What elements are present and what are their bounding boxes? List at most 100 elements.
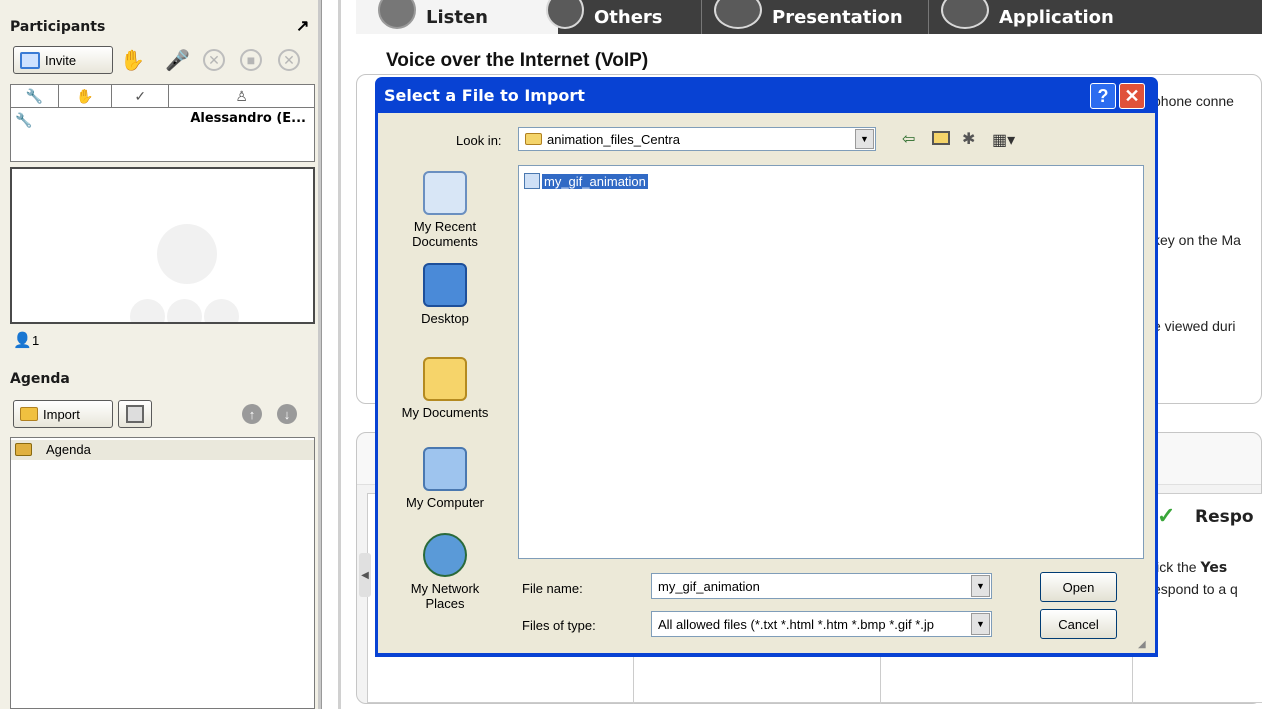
cancel-button[interactable]: Cancel	[1040, 609, 1117, 639]
stop-icon[interactable]: ■	[240, 49, 262, 71]
place-label: My Recent Documents	[412, 219, 478, 249]
moderator-wrench-icon: 🔧	[15, 112, 33, 128]
left-panel: Participants ↗ Invite ✋ 🎤 ✕ ■ ✕ 🔧 ✋ ✓ ♙ …	[0, 0, 318, 709]
move-up-icon[interactable]: ↑	[242, 404, 262, 424]
tab-listen-label: Listen	[426, 6, 488, 28]
panel-divider	[338, 0, 341, 709]
open-button[interactable]: Open	[1040, 572, 1117, 602]
avatar-bubble	[167, 299, 202, 322]
hand-column-icon[interactable]: ✋	[59, 85, 112, 107]
voip-text-fragment: key on the Ma	[1153, 232, 1241, 248]
tab-others[interactable]: Others	[546, 0, 663, 34]
respond-heading: Respo	[1195, 507, 1254, 527]
avatar-bubble	[130, 299, 165, 322]
place-recent-documents[interactable]: My Recent Documents	[395, 171, 495, 249]
file-name-value: my_gif_animation	[658, 578, 760, 594]
panel-splitter[interactable]	[318, 0, 322, 709]
participants-header-row: 🔧 ✋ ✓ ♙	[10, 84, 315, 108]
file-name: my_gif_animation	[542, 173, 648, 189]
up-folder-icon[interactable]	[932, 131, 950, 145]
participant-name[interactable]: Alessandro (E...	[190, 111, 306, 126]
voip-text-fragment: phone conne	[1153, 93, 1234, 109]
file-item[interactable]: my_gif_animation	[524, 172, 648, 190]
my-documents-icon	[423, 357, 467, 401]
participant-count-icon: 👤	[13, 332, 32, 349]
my-computer-icon	[423, 447, 467, 491]
collapse-left-icon[interactable]: ◀	[359, 553, 371, 597]
import-label: Import	[43, 406, 80, 422]
invite-icon	[20, 51, 40, 69]
wrench-icon[interactable]: 🔧	[11, 85, 59, 107]
save-icon	[126, 405, 144, 423]
microphone-icon[interactable]: 🎤	[165, 48, 190, 73]
dialog-title: Select a File to Import	[384, 86, 585, 105]
agenda-tree-item[interactable]: Agenda	[11, 440, 314, 460]
place-label: My Network Places	[410, 581, 480, 611]
agenda-folder-icon	[15, 443, 32, 456]
place-label: My Computer	[405, 495, 485, 510]
place-label: Desktop	[421, 311, 469, 326]
respond-text-prefix: lick the	[1153, 559, 1201, 575]
hand-raise-icon[interactable]: ✋	[120, 48, 145, 73]
view-menu-icon[interactable]: ▦▾	[992, 130, 1015, 150]
application-icon	[941, 0, 989, 29]
look-in-value: animation_files_Centra	[547, 131, 680, 147]
files-of-type-select[interactable]: All allowed files (*.txt *.html *.htm *.…	[651, 611, 992, 637]
file-list: my_gif_animation	[518, 165, 1144, 559]
file-name-input[interactable]: my_gif_animation ▼	[651, 573, 992, 599]
file-icon	[524, 173, 540, 189]
folder-icon	[525, 133, 542, 145]
people-icon	[546, 0, 584, 29]
new-folder-icon[interactable]: ✱	[962, 129, 975, 149]
agenda-item-label: Agenda	[46, 442, 91, 457]
checkmark-icon[interactable]: ✓	[112, 85, 170, 107]
checkmark-icon: ✓	[1157, 503, 1176, 528]
import-button[interactable]: Import	[13, 400, 113, 428]
back-icon[interactable]: ⇦	[902, 129, 915, 149]
invite-label: Invite	[45, 52, 77, 68]
participants-title: Participants	[10, 19, 106, 35]
mute-icon[interactable]: ✕	[203, 49, 225, 71]
tab-application-label: Application	[999, 6, 1114, 28]
recent-documents-icon	[423, 171, 467, 215]
voip-title: Voice over the Internet (VoIP)	[386, 50, 649, 71]
file-name-label: File name:	[522, 581, 583, 596]
place-my-computer[interactable]: My Computer	[395, 447, 495, 510]
tab-presentation[interactable]: Presentation	[701, 0, 903, 34]
dialog-body: Look in: animation_files_Centra ▼ ⇦ ✱ ▦▾…	[378, 113, 1155, 653]
place-desktop[interactable]: Desktop	[395, 263, 495, 326]
tab-listen[interactable]: Listen	[356, 0, 558, 34]
files-of-type-value: All allowed files (*.txt *.html *.htm *.…	[658, 616, 934, 632]
voip-text-fragment: e viewed duri	[1153, 318, 1236, 334]
tab-others-label: Others	[594, 6, 663, 28]
agenda-title: Agenda	[10, 371, 70, 387]
chevron-down-icon: ▼	[855, 129, 874, 149]
tab-presentation-label: Presentation	[772, 6, 903, 28]
participants-list: 🔧 Alessandro (E...	[10, 108, 315, 162]
respond-text: lick the Yes	[1153, 559, 1227, 576]
place-network-places[interactable]: My Network Places	[395, 533, 495, 611]
network-places-icon	[423, 533, 467, 577]
presentation-icon	[714, 0, 762, 29]
remove-icon[interactable]: ✕	[278, 49, 300, 71]
respond-text: espond to a q	[1153, 581, 1238, 597]
look-in-label: Look in:	[456, 133, 502, 148]
help-icon[interactable]: ?	[1090, 83, 1116, 109]
folder-icon	[20, 407, 38, 421]
tab-application[interactable]: Application	[928, 0, 1114, 34]
yes-keyword: Yes	[1200, 560, 1228, 576]
person-column-icon[interactable]: ♙	[169, 85, 314, 107]
place-label: My Documents	[401, 405, 489, 420]
place-my-documents[interactable]: My Documents	[395, 357, 495, 420]
avatar-placeholder-icon	[157, 224, 217, 284]
look-in-select[interactable]: animation_files_Centra ▼	[518, 127, 876, 151]
move-down-icon[interactable]: ↓	[277, 404, 297, 424]
close-icon[interactable]: ✕	[1119, 83, 1145, 109]
desktop-icon	[423, 263, 467, 307]
places-bar: My Recent Documents Desktop My Documents…	[384, 161, 506, 621]
popout-icon[interactable]: ↗	[296, 16, 309, 36]
resize-grip-icon[interactable]: ◢	[1138, 639, 1146, 650]
invite-button[interactable]: Invite	[13, 46, 113, 74]
save-agenda-button[interactable]	[118, 400, 152, 428]
participant-count: 1	[32, 333, 40, 348]
